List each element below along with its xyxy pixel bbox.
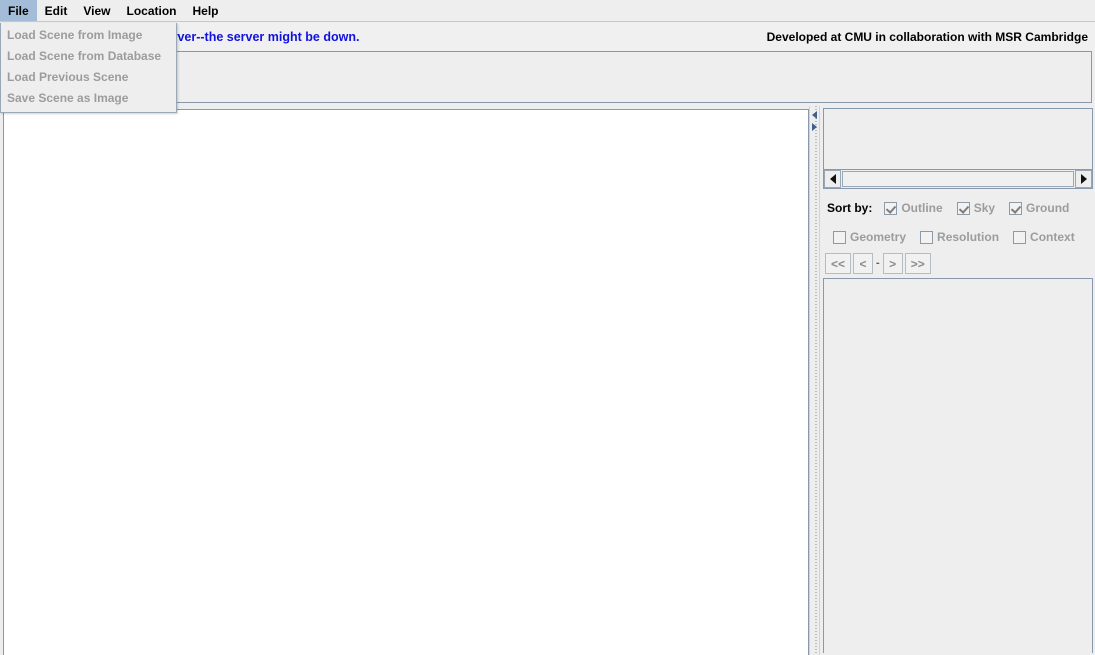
results-list-viewport[interactable] xyxy=(824,109,1092,169)
menu-edit[interactable]: Edit xyxy=(37,0,76,21)
menu-item-load-scene-from-database[interactable]: Load Scene from Database xyxy=(1,46,176,67)
pager-last-button[interactable]: >> xyxy=(904,253,931,274)
right-side-panel: Sort by: Outline Sky Ground Geometry Res… xyxy=(821,106,1095,655)
checkbox-geometry-box[interactable] xyxy=(833,230,846,244)
checkbox-outline-box[interactable] xyxy=(884,201,898,215)
main-split-pane: Sort by: Outline Sky Ground Geometry Res… xyxy=(0,106,1095,655)
pager-next-button[interactable]: > xyxy=(882,253,903,274)
pager-separator: - xyxy=(876,257,880,269)
sort-by-label: Sort by: xyxy=(827,201,873,215)
checkbox-sky-label: Sky xyxy=(973,201,996,215)
scroll-right-arrow-icon xyxy=(1080,174,1087,184)
menu-item-save-scene-as-image[interactable]: Save Scene as Image xyxy=(1,88,176,109)
checkbox-ground-box[interactable] xyxy=(1009,201,1023,215)
checkbox-sky[interactable]: Sky xyxy=(956,201,996,215)
checkbox-geometry-label: Geometry xyxy=(850,230,907,244)
menu-file[interactable]: File xyxy=(0,0,37,21)
file-menu-dropdown: Load Scene from Image Load Scene from Da… xyxy=(0,23,177,113)
scroll-left-button[interactable] xyxy=(824,170,841,188)
checkbox-resolution-label: Resolution xyxy=(937,230,1000,244)
sort-by-row-primary: Sort by: Outline Sky Ground xyxy=(821,198,1095,218)
checkbox-sky-box[interactable] xyxy=(956,201,970,215)
checkbox-context-box[interactable] xyxy=(1013,230,1027,244)
scene-canvas[interactable] xyxy=(3,109,809,655)
detail-panel[interactable] xyxy=(823,278,1093,653)
menu-bar: File Edit View Location Help xyxy=(0,0,1095,22)
scrollbar-track[interactable] xyxy=(842,171,1074,187)
checkbox-context[interactable]: Context xyxy=(1013,230,1075,244)
result-pager: << < - > >> xyxy=(823,251,1093,276)
menu-item-load-previous-scene[interactable]: Load Previous Scene xyxy=(1,67,176,88)
split-pane-divider[interactable] xyxy=(809,106,820,655)
sort-by-row-secondary: Geometry Resolution Context xyxy=(821,227,1095,247)
pager-first-button[interactable]: << xyxy=(825,253,852,274)
results-list-scrollpane xyxy=(823,108,1093,189)
splitter-collapse-controls[interactable] xyxy=(810,108,821,136)
checkbox-ground[interactable]: Ground xyxy=(1009,201,1069,215)
checkbox-geometry[interactable]: Geometry xyxy=(833,230,906,244)
checkbox-outline[interactable]: Outline xyxy=(884,201,943,215)
splitter-collapse-right-icon[interactable] xyxy=(812,123,817,131)
checkbox-context-label: Context xyxy=(1030,230,1075,244)
checkbox-resolution[interactable]: Resolution xyxy=(920,230,999,244)
status-credit: Developed at CMU in collaboration with M… xyxy=(766,30,1088,44)
scroll-right-button[interactable] xyxy=(1075,170,1092,188)
results-horizontal-scrollbar[interactable] xyxy=(824,169,1092,188)
menu-item-load-scene-from-image[interactable]: Load Scene from Image xyxy=(1,25,176,46)
checkbox-resolution-box[interactable] xyxy=(920,230,934,244)
splitter-collapse-left-icon[interactable] xyxy=(812,111,817,119)
menu-help[interactable]: Help xyxy=(184,0,226,21)
menu-view[interactable]: View xyxy=(75,0,118,21)
checkbox-outline-label: Outline xyxy=(901,201,943,215)
pager-prev-button[interactable]: < xyxy=(853,253,874,274)
checkbox-ground-label: Ground xyxy=(1026,201,1070,215)
menu-location[interactable]: Location xyxy=(118,0,184,21)
scroll-left-arrow-icon xyxy=(829,174,836,184)
